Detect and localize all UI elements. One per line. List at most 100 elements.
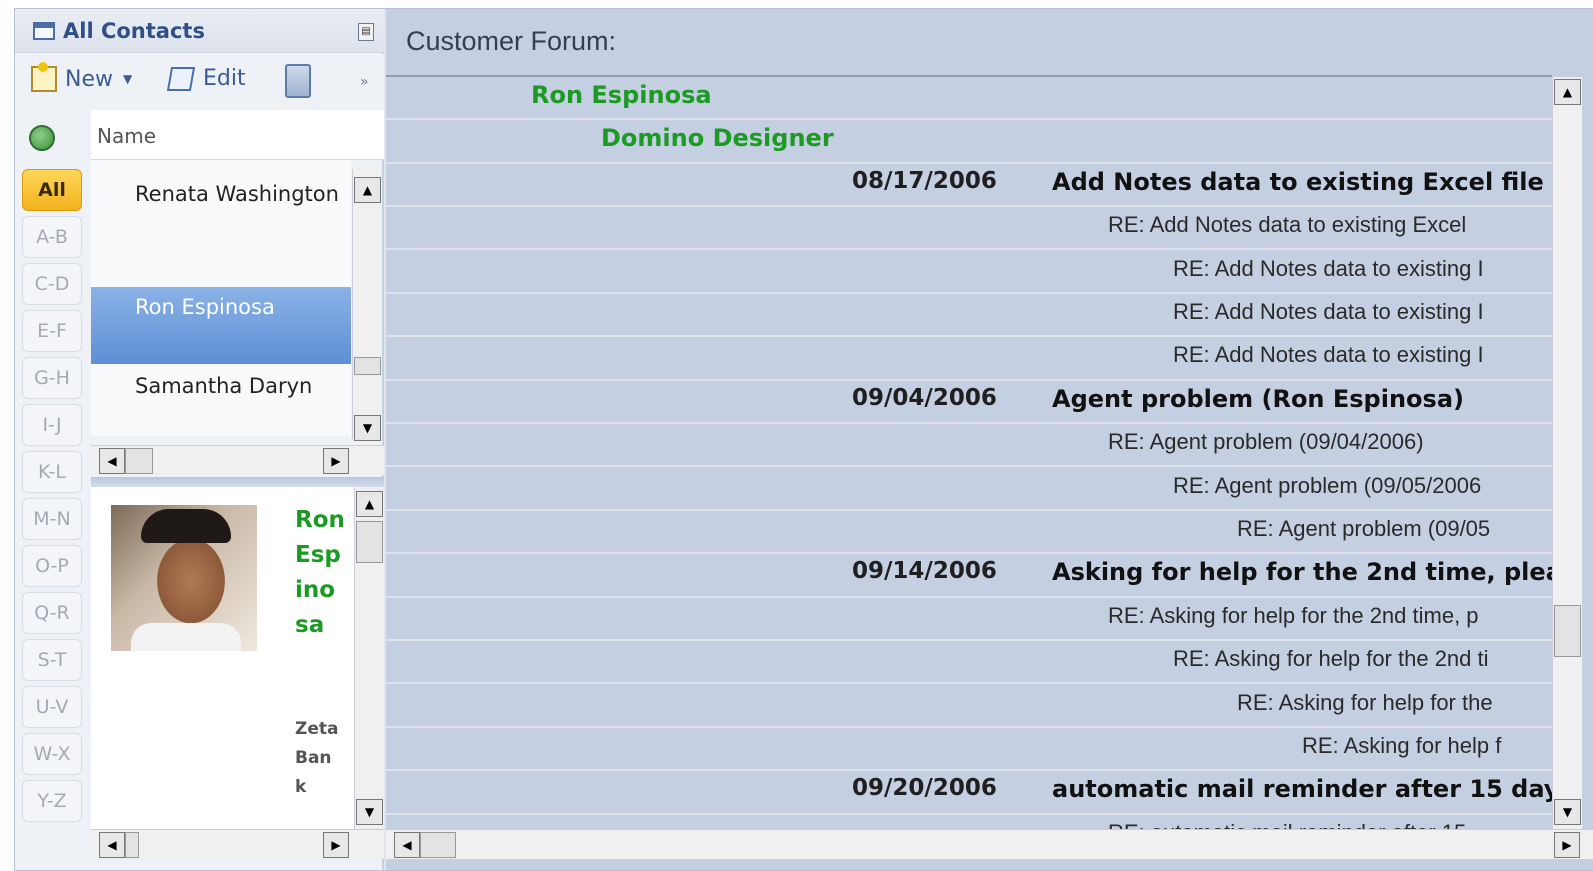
response-subject: RE: Agent problem (09/04/2006) xyxy=(1108,429,1424,455)
detail-horizontal-scrollbar[interactable]: ◀ ▶ xyxy=(91,829,384,859)
response-row[interactable]: RE: Agent problem (09/04/2006) xyxy=(386,424,1552,468)
response-row[interactable]: RE: Asking for help for the 2nd time, p xyxy=(386,598,1552,642)
response-row[interactable]: RE: Add Notes data to existing Excel xyxy=(386,207,1552,251)
edit-label: Edit xyxy=(203,66,246,91)
category-row[interactable]: Domino Designer xyxy=(386,120,1552,164)
topic-subject: Agent problem (Ron Espinosa) xyxy=(1052,384,1464,413)
forum-view: Ron Espinosa Domino Designer 08/17/2006 Add… xyxy=(386,77,1552,829)
contacts-toolbar: New ▼ Edit » xyxy=(15,54,384,110)
scroll-up-icon[interactable]: ▲ xyxy=(1554,79,1581,105)
scroll-thumb[interactable] xyxy=(354,357,381,375)
topic-date: 09/14/2006 xyxy=(852,558,997,585)
response-subject: RE: Agent problem (09/05/2006 xyxy=(1173,472,1482,498)
response-row[interactable]: RE: Add Notes data to existing I xyxy=(386,337,1552,381)
contacts-title: All Contacts xyxy=(63,19,205,43)
contact-list: Renata Washington Ron Espinosa Samantha … xyxy=(91,160,351,436)
response-row[interactable]: RE: Agent problem (09/05 xyxy=(386,511,1552,555)
scroll-right-icon[interactable]: ▶ xyxy=(323,832,349,858)
pane-splitter[interactable] xyxy=(91,477,384,487)
topic-row[interactable]: 09/20/2006 automatic mail reminder after … xyxy=(386,771,1552,815)
detail-vertical-scrollbar[interactable]: ▲ ▼ xyxy=(354,487,384,829)
response-row[interactable]: RE: Agent problem (09/05/2006 xyxy=(386,468,1552,511)
alpha-tab-u-v[interactable]: U-V xyxy=(22,686,82,728)
contacts-header: All Contacts ▤ xyxy=(15,9,384,53)
response-subject: RE: Add Notes data to existing I xyxy=(1173,342,1484,368)
scroll-thumb[interactable] xyxy=(1554,605,1581,657)
globe-icon[interactable] xyxy=(29,125,55,151)
new-button[interactable]: New ▼ xyxy=(31,62,132,92)
response-row[interactable]: RE: Asking for help for the xyxy=(386,685,1552,728)
scroll-down-icon[interactable]: ▼ xyxy=(354,415,381,441)
response-subject: RE: Add Notes data to existing I xyxy=(1173,255,1484,281)
topic-subject: Asking for help for the 2nd time, plea xyxy=(1052,558,1552,587)
scroll-right-icon[interactable]: ▶ xyxy=(323,448,349,474)
h-scroll-thumb[interactable] xyxy=(420,832,456,858)
topic-subject: Add Notes data to existing Excel file xyxy=(1052,167,1544,196)
forum-vertical-scrollbar[interactable]: ▲ ▼ xyxy=(1552,77,1582,829)
alpha-tab-y-z[interactable]: Y-Z xyxy=(22,780,82,822)
response-subject: RE: Add Notes data to existing Excel xyxy=(1108,212,1467,238)
alpha-tab-s-t[interactable]: S-T xyxy=(22,639,82,681)
alpha-tab-a-b[interactable]: A-B xyxy=(22,216,82,258)
topic-subject: automatic mail reminder after 15 day: xyxy=(1052,775,1552,804)
h-scroll-thumb[interactable] xyxy=(125,448,153,474)
scroll-down-icon[interactable]: ▼ xyxy=(1554,799,1581,825)
scroll-thumb[interactable] xyxy=(356,521,383,563)
scroll-up-icon[interactable]: ▲ xyxy=(354,177,381,203)
alpha-tab-i-j[interactable]: I-J xyxy=(22,404,82,446)
forum-title: Customer Forum: xyxy=(406,26,617,56)
alpha-tab-q-r[interactable]: Q-R xyxy=(22,592,82,634)
edit-button[interactable]: Edit xyxy=(166,66,246,91)
topic-row[interactable]: 09/04/2006 Agent problem (Ron Espinosa) xyxy=(386,381,1552,425)
more-actions-icon[interactable]: » xyxy=(360,74,369,90)
scroll-right-icon[interactable]: ▶ xyxy=(1554,832,1580,858)
calendar-window-icon xyxy=(33,22,55,40)
response-subject: RE: Asking for help for the 2nd time, p xyxy=(1108,602,1479,628)
trash-icon[interactable] xyxy=(285,64,311,98)
name-column-header[interactable]: Name xyxy=(91,110,384,160)
response-row[interactable]: RE: Asking for help f xyxy=(386,728,1552,772)
list-horizontal-scrollbar[interactable]: ◀ ▶ xyxy=(91,445,384,475)
scroll-left-icon[interactable]: ◀ xyxy=(99,832,125,858)
response-subject: RE: Asking for help for the 2nd ti xyxy=(1173,646,1489,672)
alpha-tab-all[interactable]: All xyxy=(22,169,82,211)
scroll-left-icon[interactable]: ◀ xyxy=(394,832,420,858)
alpha-tab-e-f[interactable]: E-F xyxy=(22,310,82,352)
contact-photo xyxy=(111,505,257,651)
category-row[interactable]: Ron Espinosa xyxy=(386,77,1552,121)
alpha-tab-c-d[interactable]: C-D xyxy=(22,263,82,305)
list-vertical-scrollbar[interactable]: ▲ ▼ xyxy=(352,169,382,441)
forum-horizontal-scrollbar[interactable]: ◀ ▶ xyxy=(386,829,1593,859)
response-row[interactable]: RE: Asking for help for the 2nd ti xyxy=(386,641,1552,685)
alpha-index: All A-B C-D E-F G-H I-J K-L M-N O-P Q-R … xyxy=(22,169,84,827)
alpha-tab-g-h[interactable]: G-H xyxy=(22,357,82,399)
detail-company-name: ZetaBank xyxy=(295,719,339,797)
contact-detail-pane: Ron Espinosa ZetaBank xyxy=(91,487,354,829)
response-row[interactable]: RE: Add Notes data to existing I xyxy=(386,294,1552,338)
response-subject: RE: Agent problem (09/05 xyxy=(1237,516,1491,541)
chevron-down-icon[interactable]: ▼ xyxy=(123,72,132,86)
alpha-tab-k-l[interactable]: K-L xyxy=(22,451,82,493)
scroll-down-icon[interactable]: ▼ xyxy=(356,799,383,825)
topic-row[interactable]: 09/14/2006 Asking for help for the 2nd ti… xyxy=(386,554,1552,598)
response-row[interactable]: RE: Add Notes data to existing I xyxy=(386,251,1552,294)
detail-contact-name: Ron Espinosa xyxy=(295,507,345,638)
response-subject: RE: Asking for help for the xyxy=(1237,689,1493,715)
response-subject: RE: Add Notes data to existing I xyxy=(1173,299,1484,324)
alpha-tab-w-x[interactable]: W-X xyxy=(22,733,82,775)
list-item-selected[interactable]: Ron Espinosa xyxy=(91,287,351,364)
list-item[interactable]: Renata Washington xyxy=(91,182,351,222)
panel-menu-icon[interactable]: ▤ xyxy=(358,23,374,41)
topic-row[interactable]: 08/17/2006 Add Notes data to existing Exc… xyxy=(386,164,1552,208)
alpha-tab-m-n[interactable]: M-N xyxy=(22,498,82,540)
alpha-tab-o-p[interactable]: O-P xyxy=(22,545,82,587)
response-row[interactable]: RE: automatic mail reminder after 15 xyxy=(386,815,1552,829)
forum-panel: Customer Forum: Ron Espinosa Domino Desig… xyxy=(386,9,1593,870)
list-item[interactable]: Samantha Daryn xyxy=(91,374,351,414)
h-scroll-thumb[interactable] xyxy=(125,832,139,858)
contacts-panel: All Contacts ▤ New ▼ Edit » Name All A-B… xyxy=(15,9,384,870)
edit-icon xyxy=(166,66,196,91)
scroll-left-icon[interactable]: ◀ xyxy=(99,448,125,474)
scroll-up-icon[interactable]: ▲ xyxy=(356,491,383,517)
response-subject: RE: Asking for help f xyxy=(1302,733,1502,758)
